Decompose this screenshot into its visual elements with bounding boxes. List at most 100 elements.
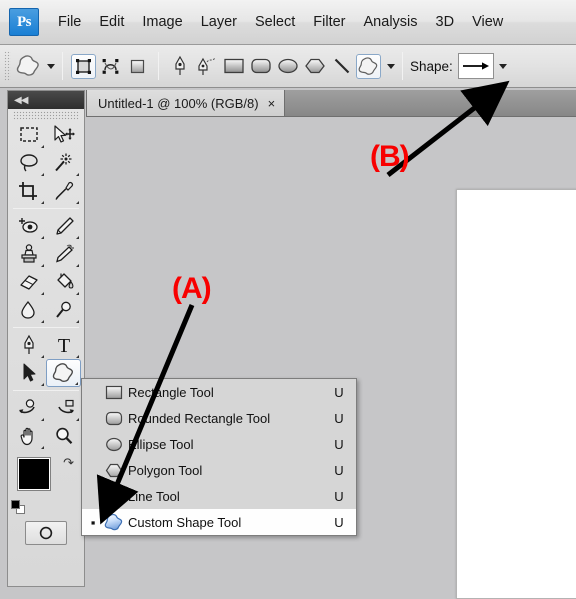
tool-eyedropper[interactable] [46,177,81,205]
flyout-corner-icon [41,446,44,449]
collapse-panel-icon[interactable]: ◀◀ [14,95,28,106]
flyout-corner-icon [76,264,79,267]
tool-dodge[interactable] [46,296,81,324]
flyout-item-line-tool[interactable]: Line Tool U [82,483,356,509]
close-icon[interactable]: × [268,96,276,111]
flyout-item-rectangle-tool[interactable]: Rectangle Tool U [82,379,356,405]
paths-button[interactable] [98,54,123,79]
options-separator-2 [158,52,159,80]
flyout-item-shortcut: U [334,514,344,530]
rounded-rectangle-tool-button[interactable] [248,54,273,79]
path-selection-icon [23,363,35,382]
flyout-item-rounded-rectangle-tool[interactable]: Rounded Rectangle Tool U [82,405,356,431]
shape-tool-chevron-down-icon[interactable] [387,63,395,69]
tool-hand[interactable] [11,422,46,450]
freeform-pen-tool-button[interactable] [194,54,219,79]
shape-layers-button[interactable] [71,53,96,79]
swap-colors-icon[interactable]: ↷ [63,455,74,471]
polygon-tool-button[interactable] [302,54,327,79]
tool-paint-bucket[interactable] [46,268,81,296]
pen-tool-icon [23,334,34,354]
quick-mask-icon [39,526,53,540]
flyout-corner-icon [41,320,44,323]
rectangle-icon [223,58,244,74]
custom-shape-icon [100,513,128,532]
tool-3d-rotate[interactable] [11,394,46,422]
custom-shape-icon [52,363,74,382]
flyout-item-ellipse-tool[interactable]: Ellipse Tool U [82,431,356,457]
brush-tool-icon [55,217,74,235]
tools-panel-header[interactable]: ◀◀ [8,91,84,109]
rectangular-marquee-icon [19,127,38,142]
eraser-tool-icon [19,275,38,290]
tool-blur[interactable] [11,296,46,324]
foreground-color-swatch[interactable] [17,457,51,491]
tool-clone-stamp[interactable] [11,240,46,268]
pen-tool-button[interactable] [167,54,192,79]
tool-preset-picker[interactable] [15,54,55,78]
flyout-item-polygon-tool[interactable]: Polygon Tool U [82,457,356,483]
menu-item-layer[interactable]: Layer [192,11,246,33]
tool-history-brush[interactable] [46,240,81,268]
document-tab[interactable]: Untitled-1 @ 100% (RGB/8) × [86,90,286,116]
menu-item-select[interactable]: Select [246,11,304,33]
blur-tool-icon [20,300,35,319]
menu-item-edit[interactable]: Edit [90,11,133,33]
shape-layers-icon [76,58,91,74]
tool-lasso[interactable] [11,149,46,177]
tools-group-vector: T [8,331,84,387]
tool-path-selection[interactable] [11,359,46,387]
tool-horizontal-type[interactable]: T [46,331,81,359]
shape-picker-chevron-down-icon[interactable] [498,63,507,69]
line-icon [100,489,128,504]
flyout-corner-icon [76,236,79,239]
flyout-corner-icon [41,383,44,386]
tool-pen[interactable] [11,331,46,359]
menu-item-image[interactable]: Image [133,11,191,33]
flyout-item-custom-shape-tool[interactable]: ▪ Custom Shape Tool U [82,509,356,535]
tools-divider-1 [13,208,79,209]
tool-crop[interactable] [11,177,46,205]
shape-picker-preview[interactable] [457,53,494,79]
tool-magic-wand[interactable] [46,149,81,177]
line-tool-button[interactable] [329,54,354,79]
tools-panel: ◀◀ T ↷ [7,90,85,587]
eyedropper-icon [54,181,73,200]
tool-brush[interactable] [46,212,81,240]
rectangle-tool-button[interactable] [221,54,246,79]
tool-spot-healing-brush[interactable] [11,212,46,240]
menu-item-filter[interactable]: Filter [304,11,354,33]
document-tab-title: Untitled-1 @ 100% (RGB/8) [98,95,259,111]
fill-pixels-button[interactable] [125,54,150,79]
tool-eraser[interactable] [11,268,46,296]
quick-mask-button[interactable] [25,521,67,545]
menu-item-analysis[interactable]: Analysis [355,11,427,33]
tool-rectangular-marquee[interactable] [11,121,46,149]
photoshop-window: Ps File Edit Image Layer Select Filter A… [0,0,576,599]
menu-item-file[interactable]: File [49,11,90,33]
menu-item-3d[interactable]: 3D [427,11,464,33]
menu-item-view[interactable]: View [463,11,512,33]
tool-zoom[interactable] [46,422,81,450]
custom-shape-tool-button[interactable] [356,53,381,79]
options-bar-grip[interactable] [4,51,11,81]
3d-rotate-icon [18,399,35,414]
polygon-icon [100,463,128,478]
flyout-corner-icon [41,292,44,295]
flyout-item-label: Rectangle Tool [128,384,214,400]
tool-move[interactable] [46,121,81,149]
line-icon [334,58,349,74]
flyout-corner-icon [76,355,79,358]
options-bar: Shape: [0,45,576,88]
tools-group-retouch [8,212,84,324]
document-canvas[interactable] [456,189,576,599]
ellipse-tool-button[interactable] [275,54,300,79]
flyout-item-shortcut: U [334,436,344,452]
tools-panel-grip[interactable] [13,111,79,120]
tool-3d-orbit[interactable] [46,394,81,422]
flyout-corner-icon [41,173,44,176]
flyout-corner-icon [76,418,79,421]
tool-custom-shape[interactable] [46,359,81,387]
default-colors-icon[interactable] [11,500,25,514]
flyout-corner-icon [76,320,79,323]
